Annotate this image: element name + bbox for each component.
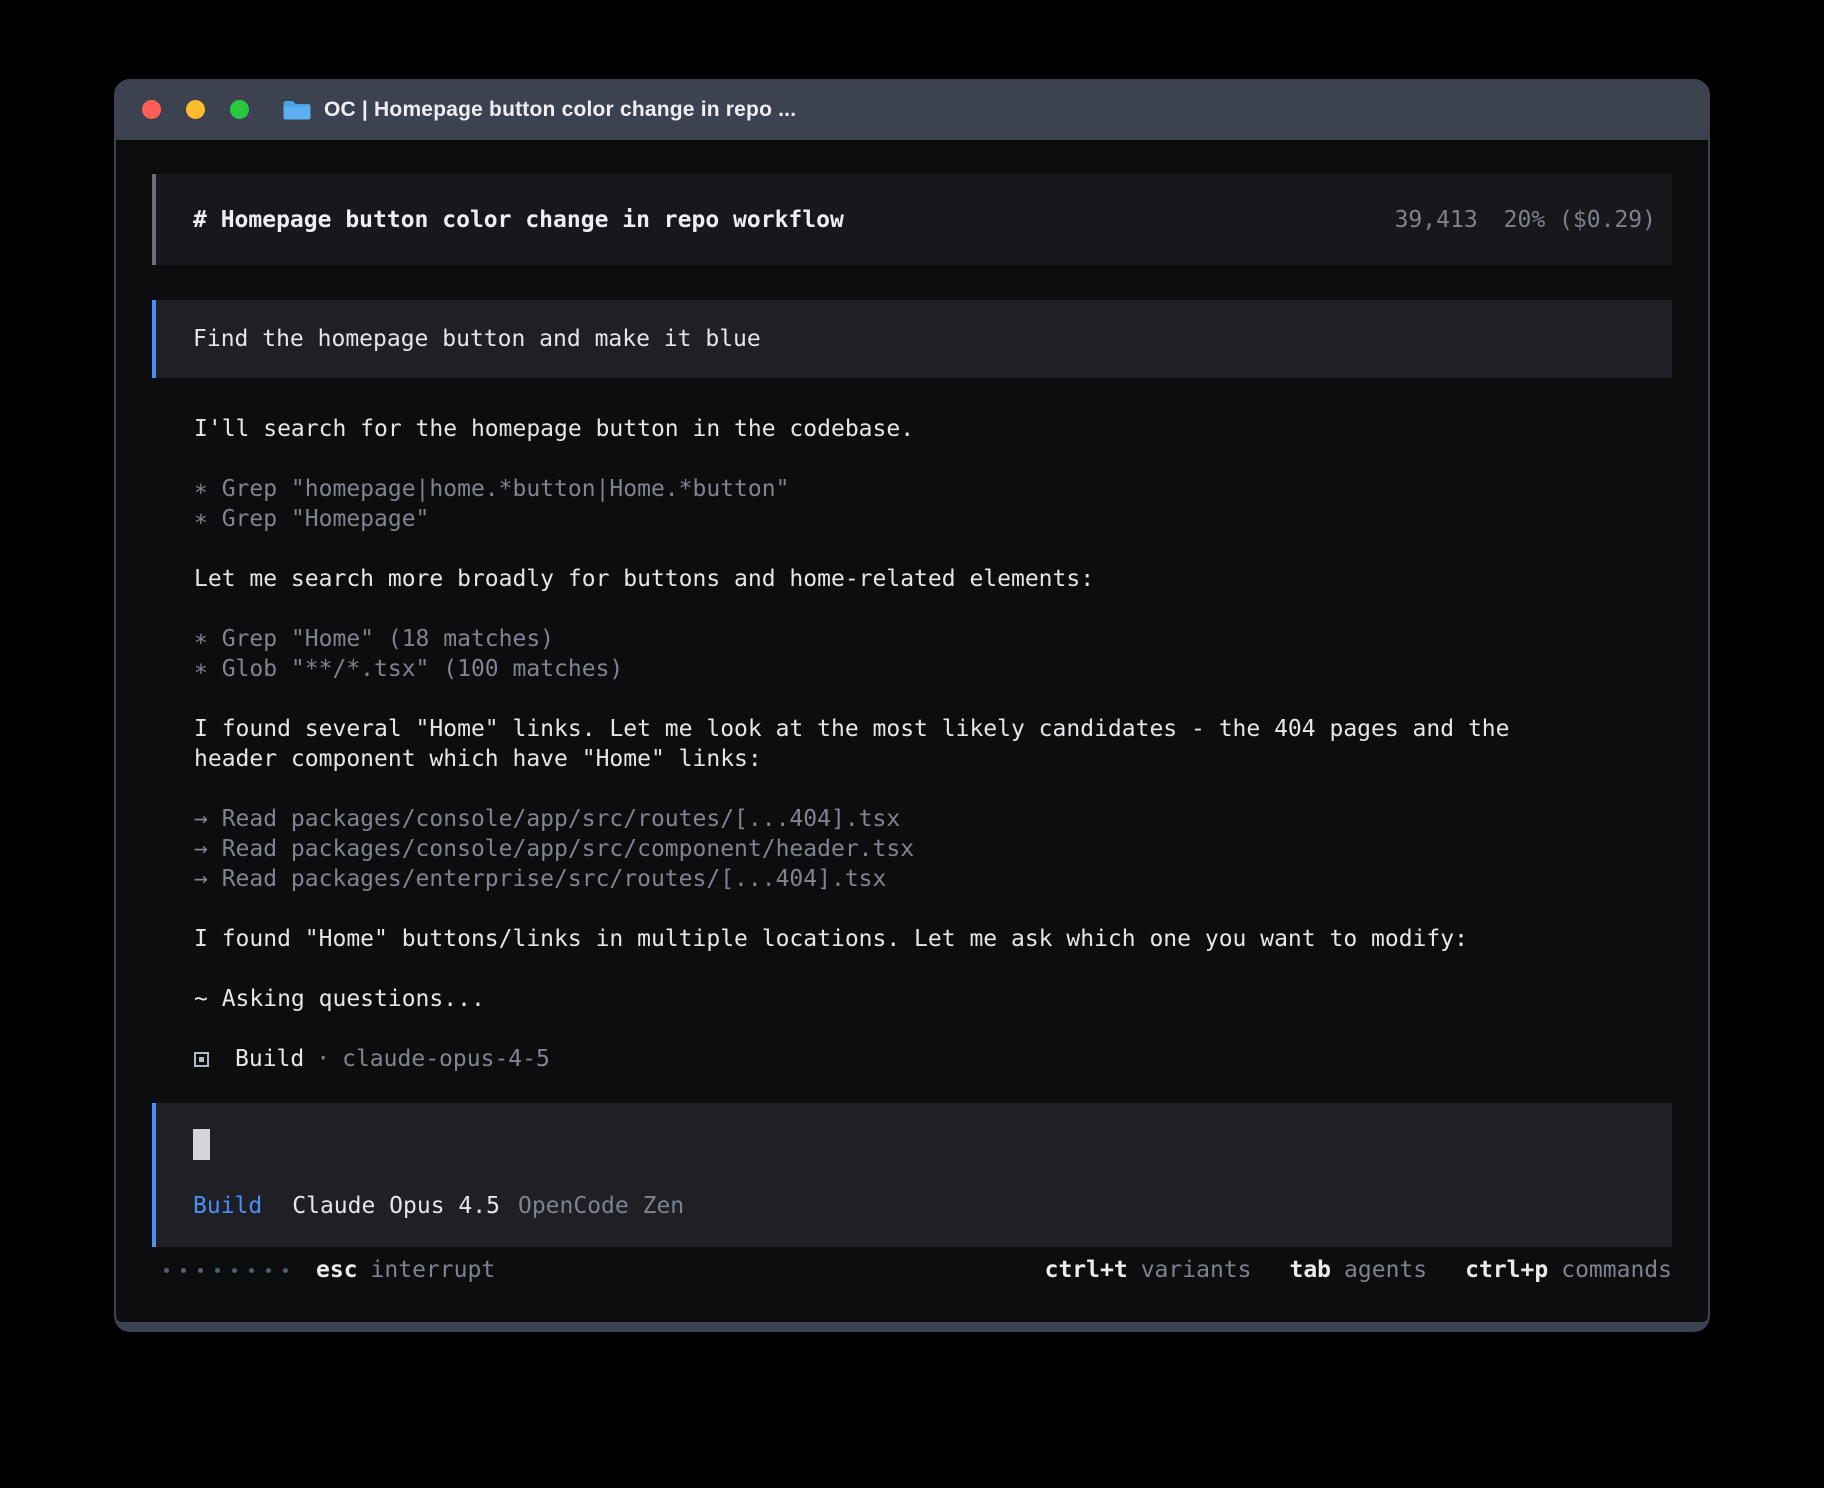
- window-controls: [142, 100, 249, 119]
- assistant-text-line: Let me search more broadly for buttons a…: [194, 564, 1708, 594]
- tool-call-line: ∗ Grep "Home" (18 matches): [194, 624, 1708, 654]
- spinner-dot: [198, 1268, 203, 1273]
- spacer: [194, 684, 1708, 714]
- tool-call-line: → Read packages/enterprise/src/routes/[.…: [194, 864, 1708, 894]
- tool-call-line: ∗ Glob "**/*.tsx" (100 matches): [194, 654, 1708, 684]
- agent-name: Build: [235, 1046, 304, 1072]
- spinner-dot: [283, 1268, 288, 1273]
- agent-mode-label: Build: [193, 1191, 262, 1221]
- prompt-input[interactable]: Build Claude Opus 4.5 OpenCode Zen: [152, 1103, 1672, 1247]
- context-usage: 20% ($0.29): [1504, 207, 1656, 233]
- spacer: [194, 594, 1708, 624]
- interrupt-label: interrupt: [371, 1257, 496, 1283]
- minimize-button[interactable]: [186, 100, 205, 119]
- model-label: Claude Opus 4.5: [292, 1191, 500, 1221]
- zoom-button[interactable]: [230, 100, 249, 119]
- user-message-text: Find the homepage button and make it blu…: [193, 326, 761, 352]
- folder-icon: [282, 98, 312, 122]
- desktop-background: OC | Homepage button color change in rep…: [0, 0, 1824, 1488]
- ctrl-t-key-label: ctrl+t: [1045, 1257, 1128, 1283]
- spinner-dot: [215, 1268, 220, 1273]
- terminal-window: OC | Homepage button color change in rep…: [114, 79, 1710, 1332]
- spacer: [194, 1014, 1708, 1044]
- agents-label: agents: [1344, 1257, 1427, 1283]
- session-stats: 39,413 20% ($0.29): [1395, 207, 1656, 233]
- text-cursor: [193, 1129, 210, 1160]
- status-bar: esc interrupt ctrl+t variants tab agents…: [152, 1255, 1672, 1285]
- close-button[interactable]: [142, 100, 161, 119]
- variants-label: variants: [1141, 1257, 1252, 1283]
- spinner-dot: [232, 1268, 237, 1273]
- token-count: 39,413: [1395, 207, 1478, 233]
- spacer: [194, 534, 1708, 564]
- agent-icon: [194, 1052, 209, 1067]
- spacer: [194, 774, 1708, 804]
- commands-label: commands: [1561, 1257, 1672, 1283]
- activity-spinner-dots: [164, 1268, 288, 1273]
- variants-hint: ctrl+t variants: [1045, 1257, 1252, 1283]
- shortcut-hints: ctrl+t variants tab agents ctrl+p comman…: [1045, 1257, 1672, 1283]
- tool-call-line: → Read packages/console/app/src/componen…: [194, 834, 1708, 864]
- user-message: Find the homepage button and make it blu…: [152, 300, 1672, 378]
- session-title: # Homepage button color change in repo w…: [193, 207, 844, 233]
- window-title: OC | Homepage button color change in rep…: [324, 98, 796, 122]
- tool-call-line: ∗ Grep "Homepage": [194, 504, 1708, 534]
- spacer: [194, 954, 1708, 984]
- tool-call-line: → Read packages/console/app/src/routes/[…: [194, 804, 1708, 834]
- agents-hint: tab agents: [1289, 1257, 1427, 1283]
- tool-call-line: ∗ Grep "homepage|home.*button|Home.*butt…: [194, 474, 1708, 504]
- spinner-dot: [181, 1268, 186, 1273]
- interrupt-hint: esc interrupt: [316, 1257, 495, 1283]
- window-titlebar[interactable]: OC | Homepage button color change in rep…: [116, 79, 1708, 140]
- assistant-text-line: I found several "Home" links. Let me loo…: [194, 714, 1708, 744]
- agent-status-line: Build · claude-opus-4-5: [194, 1044, 1708, 1074]
- session-header: # Homepage button color change in repo w…: [152, 174, 1672, 265]
- spacer: [194, 894, 1708, 924]
- esc-key-label: esc: [316, 1257, 358, 1283]
- prompt-meta: Build Claude Opus 4.5 OpenCode Zen: [193, 1191, 1672, 1221]
- assistant-text-line: I'll search for the homepage button in t…: [194, 414, 1708, 444]
- spinner-dot: [249, 1268, 254, 1273]
- agent-model-id: claude-opus-4-5: [342, 1046, 550, 1072]
- separator-dot-icon: ·: [316, 1046, 330, 1072]
- status-line: ~ Asking questions...: [194, 984, 1708, 1014]
- spinner-dot: [164, 1268, 169, 1273]
- assistant-text-line: I found "Home" buttons/links in multiple…: [194, 924, 1708, 954]
- commands-hint: ctrl+p commands: [1465, 1257, 1672, 1283]
- tab-key-label: tab: [1289, 1257, 1331, 1283]
- provider-label: OpenCode Zen: [518, 1191, 684, 1221]
- spacer: [194, 444, 1708, 474]
- spinner-dot: [266, 1268, 271, 1273]
- terminal-content: # Homepage button color change in repo w…: [116, 140, 1708, 1322]
- assistant-transcript: I'll search for the homepage button in t…: [116, 414, 1708, 1074]
- ctrl-p-key-label: ctrl+p: [1465, 1257, 1548, 1283]
- assistant-text-line: header component which have "Home" links…: [194, 744, 1708, 774]
